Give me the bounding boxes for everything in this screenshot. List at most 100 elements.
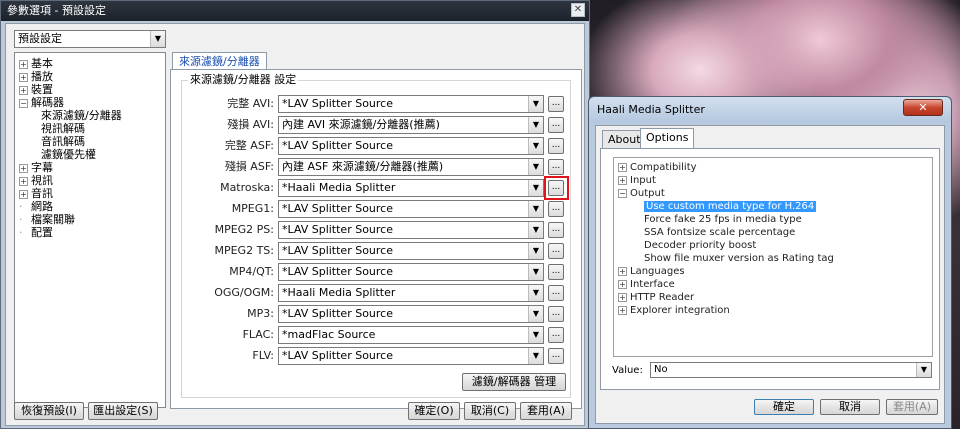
haali-tree-item[interactable]: Use custom media type for H.264 <box>644 200 817 213</box>
expand-icon[interactable]: + <box>618 305 627 315</box>
collapse-icon[interactable]: − <box>618 188 627 198</box>
settings-tab-area: 來源濾鏡/分離器 來源濾鏡/分離器 設定 完整 AVI: *LAV Splitte… <box>170 52 582 410</box>
tree-item[interactable]: 來源濾鏡/分離器 <box>41 109 122 122</box>
filter-properties-button[interactable]: ... <box>548 264 564 280</box>
profile-select[interactable]: 預設設定 ▼ <box>14 30 166 48</box>
filter-properties-button[interactable]: ... <box>548 285 564 301</box>
haali-tree-item[interactable]: + Explorer integration <box>618 304 730 317</box>
tree-item[interactable]: − 解碼器 <box>19 96 64 109</box>
tree-item[interactable]: + 視訊 <box>19 174 53 187</box>
tree-item[interactable]: 音訊解碼 <box>41 135 85 148</box>
filter-select[interactable]: 內建 AVI 來源濾鏡/分離器(推薦) ▼ <box>278 116 544 134</box>
haali-tree-item[interactable]: Show file muxer version as Rating tag <box>644 252 834 265</box>
expand-icon[interactable]: + <box>618 175 627 185</box>
tree-item[interactable]: + 音訊 <box>19 187 53 200</box>
expand-icon[interactable]: + <box>19 176 28 186</box>
haali-title: Haali Media Splitter <box>597 103 705 116</box>
filter-select[interactable]: *LAV Splitter Source ▼ <box>278 242 544 260</box>
tab-options[interactable]: Options <box>640 128 695 149</box>
close-icon[interactable]: ✕ <box>571 3 585 17</box>
filter-select[interactable]: *Haali Media Splitter ▼ <box>278 284 544 302</box>
tree-item-label: 字幕 <box>31 161 53 174</box>
haali-ok-button[interactable]: 確定 <box>754 399 814 415</box>
tree-item[interactable]: 濾鏡優先權 <box>41 148 96 161</box>
tree-item[interactable]: 視訊解碼 <box>41 122 85 135</box>
filter-select[interactable]: *LAV Splitter Source ▼ <box>278 95 544 113</box>
haali-client-area: About Options + Compatibility + Input − Outpu… <box>595 125 945 424</box>
filter-properties-button[interactable]: ... <box>548 96 564 112</box>
tree-item-label: 基本 <box>31 57 53 70</box>
close-icon[interactable]: ✕ <box>903 99 943 116</box>
haali-apply-button[interactable]: 套用(A) <box>886 399 938 415</box>
chevron-down-icon: ▼ <box>528 96 543 112</box>
haali-tree-item[interactable]: − Output <box>618 187 665 200</box>
tree-item[interactable]: · 網路 <box>19 200 53 213</box>
filter-properties-button[interactable]: ... <box>548 306 564 322</box>
filter-properties-button[interactable]: ... <box>548 117 564 133</box>
haali-cancel-button[interactable]: 取消 <box>820 399 880 415</box>
filter-properties-button[interactable]: ... <box>548 348 564 364</box>
haali-tree-item[interactable]: + Compatibility <box>618 161 697 174</box>
filter-select[interactable]: *LAV Splitter Source ▼ <box>278 263 544 281</box>
expand-icon[interactable]: + <box>618 292 627 302</box>
tree-item-label: 視訊解碼 <box>41 122 85 135</box>
ok-button[interactable]: 確定(O) <box>408 402 460 420</box>
expand-icon[interactable]: + <box>19 163 28 173</box>
filter-manager-button[interactable]: 濾鏡/解碼器 管理 <box>462 373 566 391</box>
tree-item-label: 播放 <box>31 70 53 83</box>
haali-tree-item[interactable]: + HTTP Reader <box>618 291 694 304</box>
tree-item[interactable]: + 裝置 <box>19 83 53 96</box>
export-settings-button[interactable]: 匯出設定(S) <box>88 402 158 420</box>
expand-icon[interactable]: + <box>618 162 627 172</box>
filter-select[interactable]: *LAV Splitter Source ▼ <box>278 137 544 155</box>
expand-icon[interactable]: + <box>618 266 627 276</box>
haali-options-tree: + Compatibility + Input − Output Use custom me… <box>613 157 933 357</box>
chevron-down-icon: ▼ <box>528 327 543 343</box>
filter-select[interactable]: *LAV Splitter Source ▼ <box>278 221 544 239</box>
tab-source-filters[interactable]: 來源濾鏡/分離器 <box>172 52 267 70</box>
filter-properties-button[interactable]: ... <box>548 201 564 217</box>
haali-tree-item[interactable]: + Interface <box>618 278 675 291</box>
filter-properties-button[interactable]: ... <box>548 159 564 175</box>
haali-tree-item[interactable]: + Input <box>618 174 656 187</box>
apply-button[interactable]: 套用(A) <box>520 402 572 420</box>
filter-properties-button[interactable]: ... <box>548 243 564 259</box>
haali-tree-item[interactable]: SSA fontsize scale percentage <box>644 226 795 239</box>
filter-select-value: *Haali Media Splitter <box>282 181 396 194</box>
format-label: MPEG1: <box>231 202 274 215</box>
filter-properties-button[interactable]: ... <box>548 138 564 154</box>
filter-select[interactable]: *LAV Splitter Source ▼ <box>278 200 544 218</box>
chevron-down-icon: ▼ <box>528 180 543 196</box>
tree-item[interactable]: + 字幕 <box>19 161 53 174</box>
tree-item[interactable]: + 基本 <box>19 57 53 70</box>
tree-item[interactable]: · 配置 <box>19 226 53 239</box>
filter-select[interactable]: *LAV Splitter Source ▼ <box>278 347 544 365</box>
filter-select-value: *LAV Splitter Source <box>282 97 393 110</box>
chevron-down-icon: ▼ <box>528 159 543 175</box>
filter-select[interactable]: *LAV Splitter Source ▼ <box>278 305 544 323</box>
value-select[interactable]: No ▼ <box>650 362 932 378</box>
expand-icon[interactable]: + <box>19 59 28 69</box>
expand-icon[interactable]: + <box>19 72 28 82</box>
filter-select[interactable]: *madFlac Source ▼ <box>278 326 544 344</box>
profile-select-value: 預設設定 <box>18 32 62 45</box>
collapse-icon[interactable]: − <box>19 98 28 108</box>
haali-tree-item[interactable]: Decoder priority boost <box>644 239 756 252</box>
expand-icon[interactable]: + <box>19 85 28 95</box>
tree-item[interactable]: · 檔案關聯 <box>19 213 75 226</box>
filter-properties-button[interactable]: ... <box>548 222 564 238</box>
chevron-down-icon: ▼ <box>528 117 543 133</box>
restore-defaults-button[interactable]: 恢復預設(I) <box>14 402 84 420</box>
haali-tree-item[interactable]: Force fake 25 fps in media type <box>644 213 802 226</box>
options-dialog: 參數選項 - 預設設定 ✕ 預設設定 ▼ + 基本 + 播放 + 裝置 − 解碼器 來源濾鏡/分… <box>0 0 590 429</box>
expand-icon[interactable]: + <box>19 189 28 199</box>
filter-properties-button[interactable]: ... <box>548 327 564 343</box>
cancel-button[interactable]: 取消(C) <box>464 402 516 420</box>
haali-tree-item-label: Output <box>630 188 665 199</box>
expand-icon[interactable]: + <box>618 279 627 289</box>
filter-select[interactable]: 內建 ASF 來源濾鏡/分離器(推薦) ▼ <box>278 158 544 176</box>
tree-item[interactable]: + 播放 <box>19 70 53 83</box>
value-select-value: No <box>654 364 668 375</box>
filter-select[interactable]: *Haali Media Splitter ▼ <box>278 179 544 197</box>
haali-tree-item[interactable]: + Languages <box>618 265 685 278</box>
